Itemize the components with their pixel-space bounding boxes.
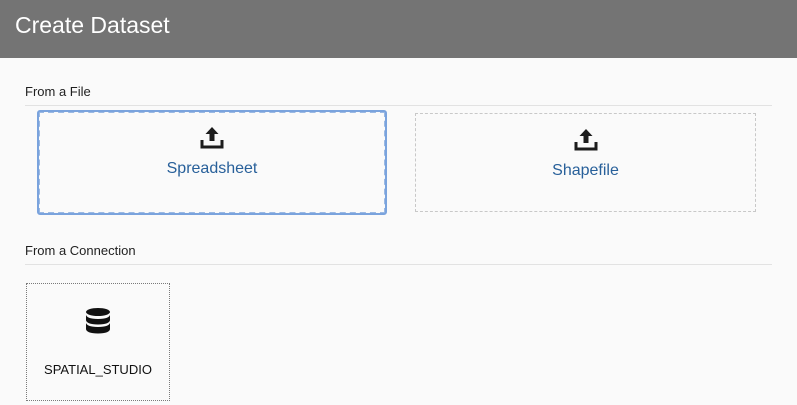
section-label-from-connection: From a Connection [25, 243, 136, 258]
dialog-title: Create Dataset [15, 12, 170, 38]
shapefile-label: Shapefile [552, 162, 619, 179]
connection-tile-spatial-studio[interactable]: SPATIAL_STUDIO [26, 283, 170, 401]
dialog-header: Create Dataset [0, 0, 797, 58]
create-dataset-dialog: Create Dataset From a File Spreadsheet S… [0, 0, 797, 405]
database-icon [86, 308, 110, 334]
section-divider [25, 264, 772, 265]
shapefile-upload-tile[interactable]: Shapefile [415, 113, 756, 212]
upload-icon [200, 127, 224, 149]
upload-icon [574, 129, 597, 151]
section-divider [25, 105, 772, 106]
spreadsheet-label: Spreadsheet [166, 160, 258, 177]
connection-label: SPATIAL_STUDIO [44, 362, 152, 377]
spreadsheet-upload-tile[interactable]: Spreadsheet [37, 110, 387, 215]
section-label-from-file: From a File [25, 84, 91, 99]
